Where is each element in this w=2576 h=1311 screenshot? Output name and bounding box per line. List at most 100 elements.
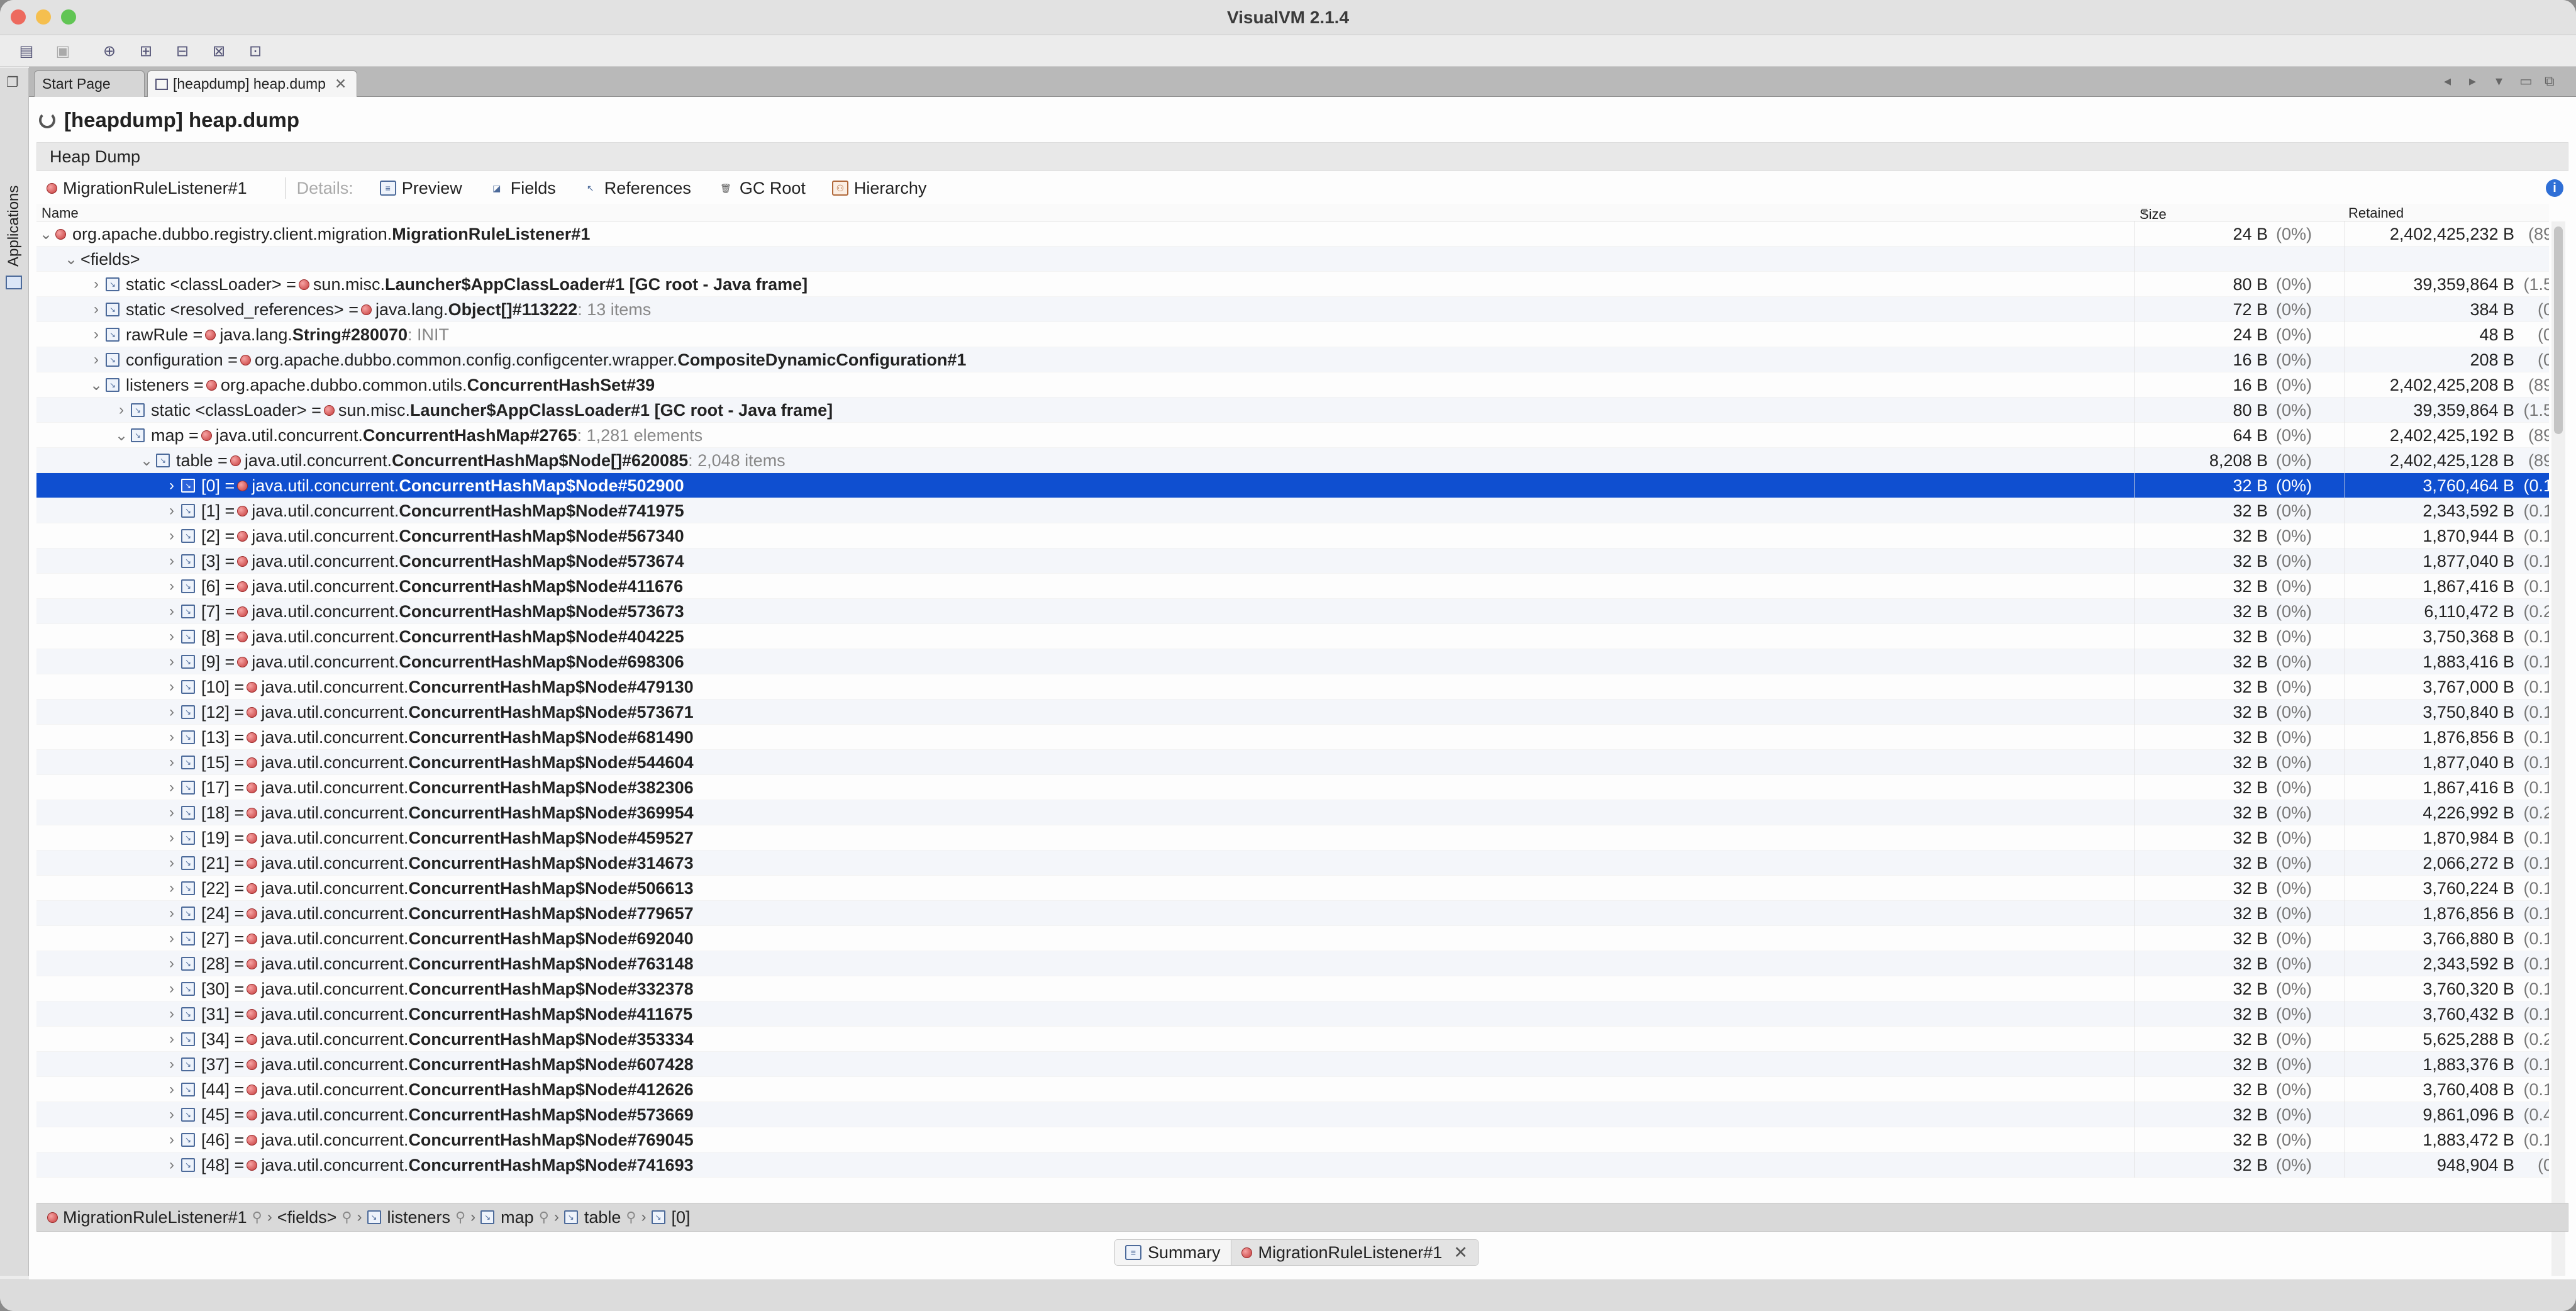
tab-heap-dump[interactable]: [heapdump] heap.dump ✕: [147, 70, 357, 97]
tree-row[interactable]: › ↘ [28] = java.util.concurrent. Concurrent…: [36, 951, 2549, 976]
tree-row[interactable]: › ↘ [44] = java.util.concurrent. Concurrent…: [36, 1077, 2549, 1102]
add-heap-dump-icon[interactable]: ⊠: [208, 40, 230, 62]
expand-icon[interactable]: ›: [162, 1005, 181, 1023]
tab-start-page[interactable]: Start Page: [34, 70, 145, 97]
expand-icon[interactable]: ›: [162, 653, 181, 671]
expand-icon[interactable]: ›: [112, 401, 131, 419]
add-jmx-icon[interactable]: ⊕: [98, 40, 121, 62]
expand-icon[interactable]: ›: [87, 301, 106, 318]
breadcrumb-item[interactable]: MigrationRuleListener#1 ⚲: [47, 1208, 262, 1227]
tree-row[interactable]: › ↘ static <classLoader> = sun.misc. Launch…: [36, 398, 2549, 423]
scroll-tabs-left-icon[interactable]: ◂: [2444, 73, 2451, 89]
expand-icon[interactable]: ›: [162, 804, 181, 822]
expand-icon[interactable]: ›: [87, 326, 106, 343]
breadcrumb-item[interactable]: ↘ map ⚲: [480, 1208, 549, 1227]
add-core-dump-icon[interactable]: ⊟: [171, 40, 194, 62]
hierarchy-button[interactable]: ⚇ Hierarchy: [831, 179, 926, 198]
expand-icon[interactable]: ›: [162, 477, 181, 494]
tree-row[interactable]: › ↘ [17] = java.util.concurrent. Concurrent…: [36, 775, 2549, 800]
tree-row[interactable]: › ↘ [48] = java.util.concurrent. Concurrent…: [36, 1152, 2549, 1178]
expand-icon[interactable]: ›: [162, 980, 181, 998]
expand-icon[interactable]: ›: [162, 1156, 181, 1174]
save-icon[interactable]: ▣: [52, 40, 74, 62]
applications-icon[interactable]: [6, 276, 22, 289]
expand-icon[interactable]: ›: [162, 628, 181, 645]
tree-row[interactable]: › ↘ static <classLoader> = sun.misc. Launch…: [36, 272, 2549, 297]
expand-icon[interactable]: ›: [162, 930, 181, 947]
tree-row[interactable]: ⌄ <fields>: [36, 247, 2549, 272]
expand-icon[interactable]: ›: [162, 577, 181, 595]
tree-row[interactable]: › ↘ [46] = java.util.concurrent. Concurrent…: [36, 1127, 2549, 1152]
expand-icon[interactable]: ›: [162, 905, 181, 922]
expand-icon[interactable]: ›: [87, 276, 106, 293]
tree-row[interactable]: › ↘ [2] = java.util.concurrent. ConcurrentH…: [36, 523, 2549, 549]
expand-icon[interactable]: ›: [162, 1131, 181, 1149]
expand-icon[interactable]: ›: [162, 552, 181, 570]
expand-icon[interactable]: ›: [162, 955, 181, 973]
tree-row[interactable]: ⌄ ↘ table = java.util.concurrent. Concurren…: [36, 448, 2549, 473]
tree-row[interactable]: › ↘ static <resolved_references> = java.la…: [36, 297, 2549, 322]
tree-row[interactable]: › ↘ [22] = java.util.concurrent. Concurrent…: [36, 876, 2549, 901]
expand-icon[interactable]: ›: [162, 779, 181, 796]
breadcrumb-item[interactable]: ↘ listeners ⚲: [367, 1208, 465, 1227]
minimize-panel-icon[interactable]: ▭: [2519, 73, 2533, 89]
expand-icon[interactable]: ›: [162, 854, 181, 872]
pin-icon[interactable]: ⚲: [626, 1209, 636, 1225]
tree-row[interactable]: › ↘ [24] = java.util.concurrent. Concurrent…: [36, 901, 2549, 926]
pin-icon[interactable]: ⚲: [341, 1209, 352, 1225]
restore-window-icon[interactable]: ❐: [6, 74, 19, 91]
expand-icon[interactable]: ›: [162, 1056, 181, 1073]
tree-row[interactable]: › ↘ [3] = java.util.concurrent. ConcurrentH…: [36, 549, 2549, 574]
expand-icon[interactable]: ›: [162, 502, 181, 520]
preview-button[interactable]: ≡ Preview: [379, 179, 462, 198]
expand-icon[interactable]: ›: [162, 879, 181, 897]
scroll-tabs-right-icon[interactable]: ▸: [2469, 73, 2476, 89]
info-icon[interactable]: i: [2546, 179, 2563, 197]
collapse-icon[interactable]: ⌄: [137, 452, 156, 470]
expand-icon[interactable]: ›: [162, 829, 181, 847]
collapse-icon[interactable]: ⌄: [87, 376, 106, 394]
expand-icon[interactable]: ›: [162, 1106, 181, 1124]
maximize-panel-icon[interactable]: ⧉: [2545, 73, 2555, 89]
tree-row[interactable]: › ↘ [45] = java.util.concurrent. Concurrent…: [36, 1102, 2549, 1127]
tree-row[interactable]: › ↘ rawRule = java.lang. String#280070 : IN…: [36, 322, 2549, 347]
tree-row[interactable]: › ↘ [21] = java.util.concurrent. Concurrent…: [36, 851, 2549, 876]
add-remote-host-icon[interactable]: ⊞: [135, 40, 157, 62]
tree-row[interactable]: › ↘ [19] = java.util.concurrent. Concurrent…: [36, 825, 2549, 851]
expand-icon[interactable]: ›: [87, 351, 106, 369]
add-thread-dump-icon[interactable]: ⊡: [244, 40, 267, 62]
tree-row[interactable]: › ↘ [7] = java.util.concurrent. ConcurrentH…: [36, 599, 2549, 624]
tree-row[interactable]: › ↘ [31] = java.util.concurrent. Concurrent…: [36, 1001, 2549, 1027]
pin-icon[interactable]: ⚲: [455, 1209, 465, 1225]
gc-root-button[interactable]: 🗑 GC Root: [718, 179, 806, 198]
breadcrumb-item[interactable]: ↘ table ⚲: [564, 1208, 636, 1227]
collapse-icon[interactable]: ⌄: [36, 225, 55, 243]
expand-icon[interactable]: ›: [162, 1081, 181, 1098]
expand-icon[interactable]: ›: [162, 678, 181, 696]
breadcrumb-item[interactable]: ↘ [0]: [651, 1208, 691, 1227]
tree-row[interactable]: ⌄ ↘ map = java.util.concurrent. ConcurrentH…: [36, 423, 2549, 448]
expand-icon[interactable]: ›: [162, 603, 181, 620]
expand-icon[interactable]: ›: [162, 527, 181, 545]
tree-row[interactable]: ⌄ ↘ listeners = org.apache.dubbo.common.ut…: [36, 372, 2549, 398]
tree-row[interactable]: ⌄ org.apache.dubbo.registry.client.migrat…: [36, 221, 2549, 247]
expand-icon[interactable]: ›: [162, 728, 181, 746]
tree-row[interactable]: › ↘ [1] = java.util.concurrent. ConcurrentH…: [36, 498, 2549, 523]
close-tab-icon[interactable]: ✕: [335, 75, 347, 92]
expand-icon[interactable]: ›: [162, 703, 181, 721]
close-tab-icon[interactable]: ✕: [1453, 1243, 1468, 1263]
tree-row[interactable]: › ↘ [15] = java.util.concurrent. Concurrent…: [36, 750, 2549, 775]
tab-object[interactable]: MigrationRuleListener#1 ✕: [1230, 1240, 1478, 1265]
references-button[interactable]: ↖ References: [582, 179, 691, 198]
vertical-scrollbar[interactable]: [2551, 221, 2565, 1276]
tree-row[interactable]: › ↘ [0] = java.util.concurrent. ConcurrentH…: [36, 473, 2549, 498]
tab-list-icon[interactable]: ▾: [2496, 73, 2502, 89]
tree-row[interactable]: › ↘ [8] = java.util.concurrent. ConcurrentH…: [36, 624, 2549, 649]
collapse-icon[interactable]: ⌄: [62, 250, 80, 269]
tree-row[interactable]: › ↘ [10] = java.util.concurrent. Concurrent…: [36, 674, 2549, 700]
tree-row[interactable]: › ↘ configuration = org.apache.dubbo.commo…: [36, 347, 2549, 372]
tree-row[interactable]: › ↘ [6] = java.util.concurrent. ConcurrentH…: [36, 574, 2549, 599]
tree-row[interactable]: › ↘ [13] = java.util.concurrent. Concurrent…: [36, 725, 2549, 750]
pin-icon[interactable]: ⚲: [252, 1209, 262, 1225]
tree-row[interactable]: › ↘ [27] = java.util.concurrent. Concurrent…: [36, 926, 2549, 951]
